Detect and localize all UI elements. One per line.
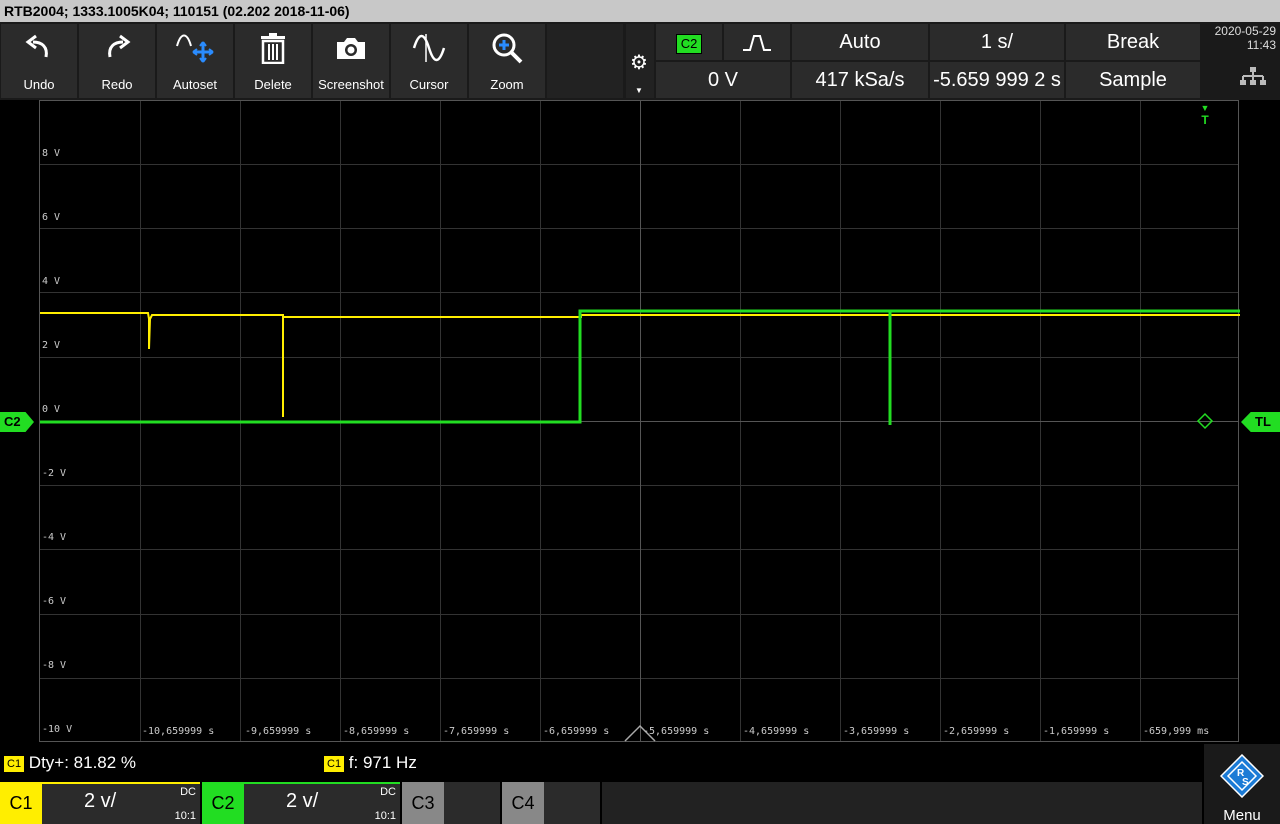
zoom-label: Zoom	[490, 77, 524, 92]
x-tick-label: -5,659999 s	[643, 726, 710, 737]
y-tick-label: -10 V	[42, 724, 73, 735]
waveform-grid[interactable]	[39, 100, 1240, 742]
x-tick-label: -7,659999 s	[443, 726, 510, 737]
x-tick-label: -2,659999 s	[943, 726, 1010, 737]
datetime: 2020-05-29 11:43	[1204, 24, 1280, 52]
waveform-traces	[40, 309, 1240, 742]
redo-button[interactable]: Redo	[79, 24, 155, 98]
autoset-icon	[157, 30, 233, 66]
empty-toolbar-slot	[547, 24, 623, 98]
measurement-frequency[interactable]: C1 f: 971 Hz	[324, 750, 417, 776]
x-tick-label: -6,659999 s	[543, 726, 610, 737]
y-tick-label: 8 V	[42, 148, 61, 159]
menu-button[interactable]: RS Menu	[1204, 744, 1280, 824]
acquisition-mode[interactable]: Sample	[1066, 62, 1200, 98]
channel-c1-scale: 2 v/	[84, 790, 117, 812]
redo-icon	[79, 30, 155, 66]
undo-button[interactable]: Undo	[1, 24, 77, 98]
y-tick-label: -4 V	[42, 532, 67, 543]
window-title: RTB2004; 1333.1005K04; 110151 (02.202 20…	[0, 0, 1280, 22]
cursor-label: Cursor	[409, 77, 449, 92]
trigger-level[interactable]: 0 V	[656, 62, 790, 98]
x-tick-label: -659,999 ms	[1143, 726, 1210, 737]
channel-bar-empty	[602, 782, 1202, 824]
y-tick-label: -6 V	[42, 596, 67, 607]
delete-label: Delete	[254, 77, 292, 92]
c2-offset-marker[interactable]: C2	[0, 412, 34, 432]
rohde-schwarz-logo-icon: RS	[1219, 753, 1265, 799]
measurement-duty[interactable]: C1 Dty+: 81.82 %	[4, 750, 136, 776]
y-tick-label: 2 V	[42, 340, 61, 351]
camera-icon	[313, 30, 389, 66]
channel-c1-name: C1	[0, 782, 42, 824]
channel-c1-probe: 10:1	[174, 810, 196, 822]
sine-cursor-icon	[391, 30, 467, 66]
autoset-button[interactable]: Autoset	[157, 24, 233, 98]
channel-c1-coupling: DC	[180, 786, 196, 798]
delete-button[interactable]: Delete	[235, 24, 311, 98]
trigger-point-marker	[1196, 412, 1214, 430]
measurement-value: Dty+: 81.82 %	[28, 753, 137, 772]
date: 2020-05-29	[1214, 24, 1276, 38]
channel-c2-coupling: DC	[380, 786, 396, 798]
trigger-source[interactable]: C2	[656, 24, 722, 60]
settings-button[interactable]: ⚙ ▼	[626, 24, 654, 98]
trigger-source-tag: C2	[675, 34, 703, 54]
x-tick-label: -8,659999 s	[343, 726, 410, 737]
channel-c2-name: C2	[202, 782, 244, 824]
x-tick-label: -3,659999 s	[843, 726, 910, 737]
measurement-source-tag: C1	[324, 755, 345, 772]
x-tick-label: -9,659999 s	[245, 726, 312, 737]
x-tick-label: -10,659999 s	[142, 726, 215, 737]
horizontal-position[interactable]: -5.659 999 2 s	[930, 62, 1064, 98]
x-tick-label: -4,659999 s	[743, 726, 810, 737]
trigger-label: T	[1201, 113, 1209, 127]
c1-trace	[40, 312, 1240, 417]
trigger-marker-top[interactable]: ▼ T	[1198, 102, 1212, 126]
autoset-label: Autoset	[172, 77, 218, 92]
channel-c2-scale: 2 v/	[286, 790, 319, 812]
channel-c3[interactable]: C3	[402, 782, 500, 824]
channel-c2-probe: 10:1	[374, 810, 396, 822]
menu-label: Menu	[1223, 807, 1261, 824]
redo-label: Redo	[101, 77, 133, 92]
rising-falling-edge-icon	[742, 31, 772, 53]
undo-label: Undo	[23, 77, 55, 92]
time: 11:43	[1246, 38, 1276, 52]
zoom-icon	[469, 30, 545, 66]
trigger-mode[interactable]: Auto	[792, 24, 928, 60]
svg-text:S: S	[1242, 777, 1249, 788]
sample-rate: 417 kSa/s	[792, 62, 928, 98]
zoom-button[interactable]: Zoom	[469, 24, 545, 98]
channel-c4-name: C4	[502, 782, 544, 824]
measurement-source-tag: C1	[4, 755, 25, 772]
channel-c2[interactable]: C2 2 v/ DC 10:1	[202, 782, 400, 824]
dropdown-arrow-icon: ▼	[635, 86, 643, 95]
channel-c3-name: C3	[402, 782, 444, 824]
y-tick-label: -8 V	[42, 660, 67, 671]
run-stop-status[interactable]: Break	[1066, 24, 1200, 60]
trigger-slope[interactable]	[724, 24, 790, 60]
y-tick-label: 6 V	[42, 212, 61, 223]
trash-icon	[235, 30, 311, 66]
y-tick-label: 4 V	[42, 276, 61, 287]
y-tick-label: 0 V	[42, 404, 61, 415]
y-tick-label: -2 V	[42, 468, 67, 479]
screenshot-button[interactable]: Screenshot	[313, 24, 389, 98]
screenshot-label: Screenshot	[318, 77, 384, 92]
x-tick-label: -1,659999 s	[1043, 726, 1110, 737]
channel-c4[interactable]: C4	[502, 782, 600, 824]
measurement-value: f: 971 Hz	[348, 753, 417, 772]
c2-trace	[40, 309, 1240, 425]
cursor-button[interactable]: Cursor	[391, 24, 467, 98]
channel-c1[interactable]: C1 2 v/ DC 10:1	[0, 782, 200, 824]
gear-icon: ⚙	[630, 52, 648, 74]
network-icon	[1240, 66, 1266, 91]
timebase[interactable]: 1 s/	[930, 24, 1064, 60]
toolbar: Undo Redo Autoset Delete Screenshot Curs…	[0, 22, 1280, 100]
trigger-level-marker[interactable]: TL	[1241, 412, 1280, 432]
undo-icon	[1, 30, 77, 66]
